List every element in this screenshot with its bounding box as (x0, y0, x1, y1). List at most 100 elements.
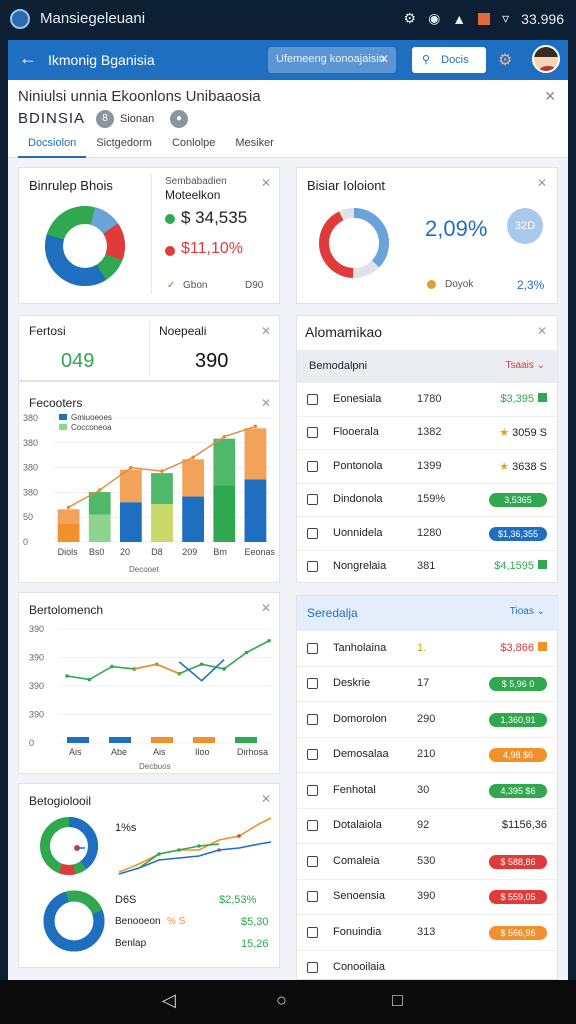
row-amount: 4,98 $6 (489, 748, 547, 763)
filter-chip-icon[interactable]: 8 (96, 110, 114, 128)
card-title: Binrulep Bhois (29, 178, 113, 193)
table-row[interactable]: Senoensia 390 $ 559,05 (297, 878, 559, 915)
bottom-value: $2,53% (219, 894, 257, 906)
series-point (110, 664, 114, 669)
table-header: Seredalja Tioas ⌄ (297, 596, 559, 630)
bar-chart: 380 380 380 380 50 0 GmiuoeoesCocconeoa Diols Bs… (23, 413, 276, 574)
back-arrow-icon[interactable]: ← (16, 48, 40, 69)
table-row[interactable]: Comaleia 530 $ 588,86 (297, 843, 559, 879)
tab-details[interactable]: Sictgedorm (86, 136, 162, 158)
sub-title: Sembabadien (165, 176, 227, 187)
trend-point (222, 434, 227, 439)
amount-badge: $ 566,96 (489, 925, 547, 940)
y-tick-label: 0 (29, 738, 34, 748)
tab-marker[interactable]: Mesiker (225, 136, 284, 158)
table-row[interactable]: Fenhotal 30 4,395 $6 (297, 772, 559, 808)
row-name: Pontonola (333, 459, 383, 472)
mini-bar (193, 737, 215, 743)
close-icon[interactable]: ✕ (544, 88, 556, 105)
close-icon[interactable]: ✕ (261, 792, 271, 806)
search-input[interactable]: Ufemeeng konoajaisin ✕ (268, 47, 396, 73)
row-icon (307, 855, 318, 867)
y-tick-label: 380 (23, 413, 38, 423)
close-icon[interactable]: ✕ (537, 324, 547, 338)
row1-label: Benooeon (115, 916, 161, 927)
tab-overview[interactable]: Docsiolon (18, 136, 87, 158)
close-icon[interactable]: ✕ (261, 176, 271, 190)
green-dot-icon (165, 214, 175, 224)
series-point (65, 674, 69, 678)
series-point (222, 667, 226, 671)
row-amount: $4,1595 (494, 560, 547, 572)
row-amount: 4,395 $6 (489, 783, 547, 798)
row-name: Flooerala (333, 426, 379, 439)
close-icon[interactable]: ✕ (261, 324, 271, 338)
row1-sub: % S (167, 916, 186, 927)
mini-bar (67, 737, 89, 743)
x-tick-label: Eeonas (245, 547, 276, 557)
tab-controls[interactable]: Conlolpe (162, 136, 225, 158)
close-icon[interactable]: ✕ (261, 396, 271, 410)
amount-text: $3,866 (500, 641, 534, 654)
foot-left: Gbon (183, 280, 208, 291)
table-row[interactable]: Domorolon 290 1,360,91 (297, 701, 559, 737)
status-square-icon (538, 392, 547, 402)
table-row[interactable]: Dindonola 159% 3,5365 (297, 482, 559, 517)
ring-chart (319, 208, 389, 278)
table-header-sort[interactable]: Tsaais ⌄ (505, 360, 545, 371)
table-row[interactable]: Pontonola 1399 ★ 3638 S (297, 449, 559, 483)
user-avatar[interactable] (532, 45, 560, 73)
bar (57, 524, 80, 542)
row-value: 290 (417, 712, 436, 725)
system-nav-bar: ◁ ○ □ (0, 980, 576, 1024)
row-value: 390 (417, 890, 436, 903)
card-title: Alomamikao (305, 324, 383, 340)
trend-point (191, 455, 195, 460)
bar-stack (244, 428, 267, 480)
y-tick-label: 380 (23, 487, 38, 497)
table-row[interactable]: Nongrelaia 381 $4,1595 (297, 549, 559, 584)
table-row[interactable]: Fonuindia 313 $ 566,96 (297, 914, 559, 950)
x-tick-label: Dirhosa (237, 747, 268, 757)
percent-value: 2,09% (425, 216, 488, 241)
table-row[interactable]: Dotalaiola 92 $1156,36 (297, 807, 559, 844)
x-tick-label: Ais (69, 747, 82, 757)
search-button[interactable]: ⚲ Docis (412, 47, 486, 73)
x-tick-label: Iloo (195, 747, 210, 757)
table-row[interactable]: Eonesiala 1780 $3,395 (297, 382, 559, 416)
amount-badge: $ 588,86 (489, 854, 547, 869)
close-icon[interactable]: ✕ (537, 176, 547, 190)
star-icon: ★ (499, 460, 513, 473)
x-axis-label: Decooet (129, 565, 160, 574)
recents-nav-icon[interactable]: □ (392, 990, 403, 1011)
settings-gear-icon[interactable]: ⚙ (498, 50, 512, 70)
amount-text: 3638 S (512, 460, 547, 473)
filter-toggle-icon[interactable]: ● (170, 110, 188, 128)
table-header-sort[interactable]: Tioas ⌄ (510, 606, 545, 617)
percent-pill: 32D (507, 208, 543, 244)
status-title: Mansiegeleuani (40, 10, 146, 27)
row-icon (307, 460, 318, 472)
status-square-icon (538, 641, 547, 651)
table-row[interactable]: Demosalaa 210 4,98 $6 (297, 736, 559, 773)
table-row[interactable]: Flooerala 1382 ★ 3059 S (297, 415, 559, 450)
table-row[interactable]: Conooilaia (297, 949, 559, 981)
table-row[interactable]: Uonnidela 1280 $1,36,355 (297, 516, 559, 550)
table-row[interactable]: Tanholaina 1. $3,866 (297, 630, 559, 666)
x-tick-label: Bs0 (89, 547, 105, 557)
home-nav-icon[interactable]: ○ (276, 990, 287, 1011)
row-value: 1382 (417, 426, 442, 439)
back-nav-icon[interactable]: ◁ (162, 990, 176, 1011)
row-value: 381 (417, 560, 436, 573)
row-name: Dindonola (333, 493, 383, 506)
card-title: Betogiolooil (29, 794, 92, 808)
close-icon[interactable]: ✕ (261, 601, 271, 615)
row1-value: $5,30 (241, 916, 269, 928)
legend-label: Gmiuoeoes (71, 413, 112, 422)
status-icons: ⚙ ◉ ▲ ▿ 33.996 (404, 10, 565, 27)
kpi-title-2: Noepeali (159, 324, 207, 338)
mini-line-chart (118, 817, 272, 875)
table-row[interactable]: Deskrie 17 $ 5,96 0 (297, 665, 559, 702)
row-icon (307, 561, 318, 573)
clear-icon[interactable]: ✕ (379, 52, 389, 66)
